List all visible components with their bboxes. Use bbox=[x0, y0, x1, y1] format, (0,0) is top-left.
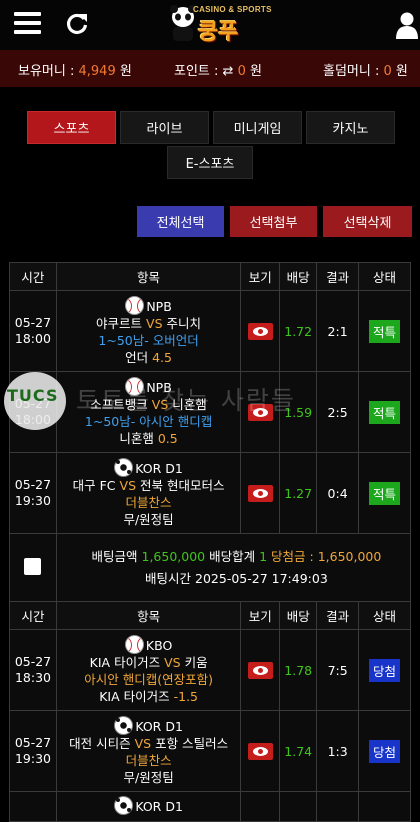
baseball-icon bbox=[125, 377, 145, 396]
row-status: 적특 bbox=[358, 371, 411, 453]
col-time: 시간 bbox=[9, 601, 57, 630]
eye-icon[interactable] bbox=[247, 403, 273, 421]
row-match: KOR D1 대구 FC VS 전북 현대모터스 더블찬스 무/원정팀 bbox=[55, 452, 242, 534]
tab-minigame[interactable]: 미니게임 bbox=[213, 111, 302, 144]
row-match: NPB 야쿠르트 VS 주니치 1~50남- 오버언더 언더 4.5 bbox=[55, 290, 242, 372]
tab-sports[interactable]: 스포츠 bbox=[27, 111, 116, 144]
row-odds: 1.72 bbox=[279, 290, 318, 372]
col-view: 보기 bbox=[240, 601, 281, 630]
balance-bar: 보유머니 : 4,949 원 포인트 : ⇄ 0 원 홀덤머니 : 0 원 bbox=[0, 50, 420, 87]
row-odds: 1.78 bbox=[279, 629, 318, 711]
row-view bbox=[240, 452, 281, 534]
col-odds: 배당 bbox=[279, 262, 318, 291]
table-row: 05-27 18:30 KBO KIA 타이거즈 VS 키움 아시안 핸디캡(연장… bbox=[9, 629, 411, 711]
transfer-icon[interactable]: ⇄ bbox=[223, 64, 234, 79]
table-row: 05-27 19:30 KOR D1 대전 시티즌 VS 포항 스틸러스 더블찬스… bbox=[9, 710, 411, 792]
row-view bbox=[240, 629, 281, 711]
tab-casino[interactable]: 카지노 bbox=[306, 111, 395, 144]
tab-live[interactable]: 라이브 bbox=[120, 111, 209, 144]
select-attach-button[interactable]: 선택첨부 bbox=[230, 206, 317, 237]
row-match: KBO KIA 타이거즈 VS 키움 아시안 핸디캡(연장포함) KIA 타이거… bbox=[55, 629, 242, 711]
balance-money: 보유머니 : 4,949 원 bbox=[18, 64, 132, 79]
row-status: 당첨 bbox=[358, 710, 411, 792]
baseball-icon bbox=[125, 296, 145, 315]
status-badge: 적특 bbox=[369, 400, 401, 424]
table-row: 05-27 19:30 KOR D1 대구 FC VS 전북 현대모터스 더블찬스… bbox=[9, 452, 411, 534]
bet-slip-2: 시간 항목 보기 배당 결과 상태 05-27 18:30 KBO KIA 타이거… bbox=[9, 601, 411, 822]
row-odds: 1.59 bbox=[279, 371, 318, 453]
row-view bbox=[240, 371, 281, 453]
table-header: 시간 항목 보기 배당 결과 상태 bbox=[9, 262, 411, 291]
row-match: KOR D1 bbox=[55, 791, 242, 822]
status-badge: 적특 bbox=[369, 481, 401, 505]
row-odds: 1.74 bbox=[279, 710, 318, 792]
balance-money-value: 4,949 bbox=[78, 64, 116, 79]
row-result: 1:3 bbox=[316, 710, 360, 792]
row-result: 2:5 bbox=[316, 371, 360, 453]
row-view bbox=[240, 710, 281, 792]
col-result: 결과 bbox=[316, 262, 360, 291]
logo-tagline: CASINO & SPORTS bbox=[193, 5, 272, 14]
row-datetime: 05-27 18:00 bbox=[9, 290, 57, 372]
table-header: 시간 항목 보기 배당 결과 상태 bbox=[9, 601, 411, 630]
row-status: 적특 bbox=[358, 452, 411, 534]
status-badge: 적특 bbox=[369, 319, 401, 343]
tab-esports[interactable]: E-스포츠 bbox=[167, 146, 253, 179]
eye-icon[interactable] bbox=[247, 742, 273, 760]
col-time: 시간 bbox=[9, 262, 57, 291]
bet-select bbox=[9, 533, 57, 602]
soccer-ball-icon bbox=[114, 716, 134, 735]
soccer-ball-icon bbox=[114, 458, 134, 477]
row-datetime: 05-27 19:30 bbox=[9, 452, 57, 534]
row-result: 7:5 bbox=[316, 629, 360, 711]
balance-holdem: 홀덤머니 : 0 원 bbox=[323, 64, 408, 79]
row-status: 적특 bbox=[358, 290, 411, 372]
hamburger-menu-icon[interactable] bbox=[14, 12, 41, 34]
row-result: 2:1 bbox=[316, 290, 360, 372]
row-datetime: 05-27 18:00 bbox=[9, 371, 57, 453]
eye-icon[interactable] bbox=[247, 484, 273, 502]
bet-summary-info: 배팅금액 1,650,000 배당합계 1 당첨금 : 1,650,000 배팅… bbox=[55, 533, 412, 602]
row-status: 당첨 bbox=[358, 629, 411, 711]
select-all-button[interactable]: 전체선택 bbox=[137, 206, 224, 237]
col-view: 보기 bbox=[240, 262, 281, 291]
bet-checkbox[interactable] bbox=[24, 557, 42, 575]
baseball-icon bbox=[124, 635, 144, 654]
row-view bbox=[240, 290, 281, 372]
top-bar: CASINO & SPORTS 쿵푸 bbox=[0, 0, 420, 50]
table-row: KOR D1 bbox=[9, 791, 411, 822]
site-logo[interactable]: CASINO & SPORTS 쿵푸 bbox=[168, 0, 271, 46]
col-status: 상태 bbox=[358, 601, 411, 630]
row-match: NPB 소프트뱅크 VS 니혼햄 1~50남- 아시안 핸디캡 니혼햄 0.5 bbox=[55, 371, 242, 453]
table-row: 05-27 18:00 NPB 소프트뱅크 VS 니혼햄 1~50남- 아시안 핸… bbox=[9, 371, 411, 453]
row-datetime: 05-27 18:30 bbox=[9, 629, 57, 711]
col-status: 상태 bbox=[358, 262, 411, 291]
bet-summary: 배팅금액 1,650,000 배당합계 1 당첨금 : 1,650,000 배팅… bbox=[9, 533, 412, 602]
row-odds: 1.27 bbox=[279, 452, 318, 534]
eye-icon[interactable] bbox=[247, 322, 273, 340]
row-result: 0:4 bbox=[316, 452, 360, 534]
col-item: 항목 bbox=[55, 601, 242, 630]
status-badge: 당첨 bbox=[369, 739, 401, 763]
refresh-icon[interactable] bbox=[64, 11, 90, 37]
row-datetime: 05-27 19:30 bbox=[9, 710, 57, 792]
eye-icon[interactable] bbox=[247, 661, 273, 679]
logo-title: 쿵푸 bbox=[198, 20, 239, 45]
user-profile-icon[interactable] bbox=[396, 11, 418, 39]
col-odds: 배당 bbox=[279, 601, 318, 630]
table-row: 05-27 18:00 NPB 야쿠르트 VS 주니치 1~50남- 오버언더 언… bbox=[9, 290, 411, 372]
soccer-ball-icon bbox=[114, 796, 134, 815]
bet-slip-1: 시간 항목 보기 배당 결과 상태 05-27 18:00 NPB 야쿠르트 VS… bbox=[9, 262, 412, 602]
select-delete-button[interactable]: 선택삭제 bbox=[323, 206, 412, 237]
status-badge: 당첨 bbox=[369, 658, 401, 682]
row-match: KOR D1 대전 시티즌 VS 포항 스틸러스 더블찬스 무/원정팀 bbox=[55, 710, 242, 792]
balance-point: 포인트 : ⇄ 0 원 bbox=[174, 64, 262, 79]
col-item: 항목 bbox=[55, 262, 242, 291]
col-result: 결과 bbox=[316, 601, 360, 630]
